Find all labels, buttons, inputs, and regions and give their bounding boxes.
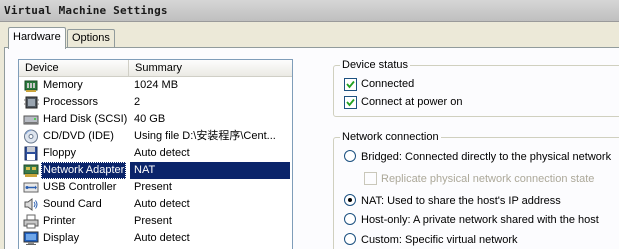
device-summary: Auto detect xyxy=(134,147,190,159)
device-summary: Auto detect xyxy=(134,232,190,244)
device-summary: Present xyxy=(134,181,172,193)
connect-at-power-on-checkbox[interactable] xyxy=(344,96,357,109)
device-summary: Using file D:\安装程序\Cent... xyxy=(134,130,276,142)
checkmark-icon xyxy=(346,80,355,89)
device-list-header: Device Summary xyxy=(19,60,292,77)
device-row-cd-dvd[interactable]: CD/DVD (IDE) Using file D:\安装程序\Cent... xyxy=(19,128,292,145)
device-name: Printer xyxy=(43,215,76,227)
connected-label[interactable]: Connected xyxy=(361,77,414,91)
custom-label[interactable]: Custom: Specific virtual network xyxy=(361,233,518,247)
display-icon xyxy=(23,231,39,246)
device-summary: 2 xyxy=(134,96,141,108)
device-name: USB Controller xyxy=(43,181,117,193)
network-adapter-icon xyxy=(23,163,39,178)
device-summary: Present xyxy=(134,215,172,227)
replicate-label[interactable]: Replicate physical network connection st… xyxy=(381,172,594,186)
column-header-summary[interactable]: Summary xyxy=(129,60,292,77)
usb-icon xyxy=(23,180,39,195)
device-row-processors[interactable]: Processors 2 xyxy=(19,94,292,111)
device-name: Network Adapter xyxy=(41,162,127,179)
device-row-floppy[interactable]: Floppy Auto detect xyxy=(19,145,292,162)
radio-selected-dot xyxy=(348,198,352,202)
tab-hardware-label: Hardware xyxy=(13,31,61,43)
column-header-device[interactable]: Device xyxy=(19,60,129,77)
network-connection-title: Network connection xyxy=(340,130,441,144)
sound-card-icon xyxy=(23,197,39,212)
device-name: CD/DVD (IDE) xyxy=(43,130,114,142)
nat-radio[interactable] xyxy=(344,194,356,206)
checkmark-icon xyxy=(346,98,355,107)
device-row-memory[interactable]: Memory 1024 MB xyxy=(19,77,292,94)
device-name: Display xyxy=(43,232,80,244)
title-bar: Virtual Machine Settings xyxy=(0,0,619,22)
device-row-printer[interactable]: Printer Present xyxy=(19,213,292,230)
host-only-label[interactable]: Host-only: A private network shared with… xyxy=(361,213,599,227)
device-summary: Auto detect xyxy=(134,198,190,210)
device-name: Floppy xyxy=(43,147,77,159)
device-row-display[interactable]: Display Auto detect xyxy=(19,230,292,247)
device-row-network-adapter[interactable]: Network Adapter NAT xyxy=(19,162,292,179)
memory-icon xyxy=(23,78,39,93)
device-status-title: Device status xyxy=(340,58,411,72)
bridged-label[interactable]: Bridged: Connected directly to the physi… xyxy=(361,150,611,164)
custom-radio[interactable] xyxy=(344,233,356,245)
nat-label[interactable]: NAT: Used to share the host's IP address xyxy=(361,194,561,208)
device-name: Sound Card xyxy=(43,198,102,210)
device-list[interactable]: Device Summary Memory 1024 MB Processors… xyxy=(18,59,293,249)
tab-options-label: Options xyxy=(72,32,110,44)
printer-icon xyxy=(23,214,39,229)
floppy-icon xyxy=(23,146,39,161)
bridged-radio[interactable] xyxy=(344,150,356,162)
host-only-radio[interactable] xyxy=(344,213,356,225)
device-row-sound-card[interactable]: Sound Card Auto detect xyxy=(19,196,292,213)
device-summary: NAT xyxy=(130,162,290,179)
connect-at-power-on-label[interactable]: Connect at power on xyxy=(361,95,463,109)
device-status-group: Device status xyxy=(333,58,619,117)
replicate-checkbox[interactable] xyxy=(364,172,377,185)
tab-options[interactable]: Options xyxy=(67,29,115,47)
window-title: Virtual Machine Settings xyxy=(4,4,168,17)
connected-checkbox[interactable] xyxy=(344,78,357,91)
device-row-usb-controller[interactable]: USB Controller Present xyxy=(19,179,292,196)
processor-icon xyxy=(23,95,39,110)
cd-dvd-icon xyxy=(23,129,39,144)
device-row-hard-disk[interactable]: Hard Disk (SCSI) 40 GB xyxy=(19,111,292,128)
device-name: Memory xyxy=(43,79,83,91)
device-summary: 40 GB xyxy=(134,113,166,125)
device-name: Processors xyxy=(43,96,99,108)
device-name: Hard Disk (SCSI) xyxy=(43,113,128,125)
device-summary: 1024 MB xyxy=(134,79,179,91)
hard-disk-icon xyxy=(23,112,39,127)
tab-hardware[interactable]: Hardware xyxy=(8,27,66,49)
